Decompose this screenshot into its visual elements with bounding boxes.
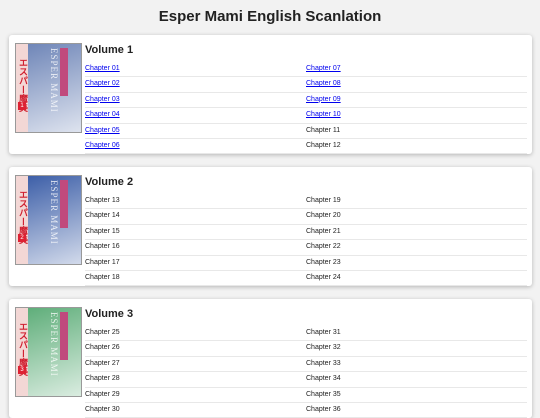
chapter-label: Chapter 14 xyxy=(85,212,120,220)
chapter-item[interactable]: Chapter 07 xyxy=(306,62,527,78)
chapter-item: Chapter 27 xyxy=(85,357,306,373)
chapter-item: Chapter 19 xyxy=(306,194,527,210)
chapter-item[interactable]: Chapter 06 xyxy=(85,139,306,155)
chapter-label: Chapter 13 xyxy=(85,197,120,204)
chapter-list: Chapter 01 Chapter 07 Chapter 02 Chapter 08… xyxy=(85,62,529,155)
chapter-item: Chapter 26 xyxy=(85,341,306,357)
page-title: Esper Mami English Scanlation xyxy=(158,8,382,25)
chapter-label: Chapter 35 xyxy=(306,390,341,398)
chapter-label: Chapter 12 xyxy=(306,141,341,149)
chapter-label: Chapter 17 xyxy=(85,258,120,266)
chapter-label: Chapter 32 xyxy=(306,344,341,352)
chapter-label: Chapter 31 xyxy=(306,329,341,336)
chapter-item[interactable]: Chapter 04 xyxy=(85,108,306,124)
chapter-item: Chapter 23 xyxy=(306,256,527,271)
chapter-label: Chapter 24 xyxy=(306,273,341,281)
chapter-label: Chapter 16 xyxy=(85,243,120,251)
chapter-link[interactable]: Chapter 01 xyxy=(85,65,120,72)
chapter-item[interactable]: Chapter 09 xyxy=(306,93,527,109)
chapter-label: Chapter 34 xyxy=(306,375,341,383)
chapter-item: Chapter 29 xyxy=(85,388,306,403)
chapter-item: Chapter 24 xyxy=(306,271,527,287)
chapter-link[interactable]: Chapter 06 xyxy=(85,142,120,149)
chapter-label: Chapter 33 xyxy=(306,359,341,367)
chapter-label: Chapter 15 xyxy=(85,227,120,235)
chapter-label: Chapter 25 xyxy=(85,329,120,336)
chapter-link[interactable]: Chapter 05 xyxy=(85,127,120,134)
chapter-list: Chapter 13 Chapter 19 Chapter 14 Chapter 20… xyxy=(85,194,529,287)
chapter-item[interactable]: Chapter 03 xyxy=(85,93,306,109)
chapter-link[interactable]: Chapter 02 xyxy=(85,80,120,87)
chapter-item: Chapter 16 xyxy=(85,240,306,256)
chapter-item: Chapter 34 xyxy=(306,372,527,388)
volume-title: Volume 3 xyxy=(85,308,134,320)
volume-cover-image: エスパー魔美 2 ESPER MAMI xyxy=(15,175,82,265)
chapter-item: Chapter 14 xyxy=(85,209,306,225)
volume-cover-image: エスパー魔美 3 ESPER MAMI xyxy=(15,307,82,397)
volume-cover-image: エスパー魔美 1 ESPER MAMI xyxy=(15,43,82,133)
chapter-item: Chapter 28 xyxy=(85,372,306,388)
chapter-label: Chapter 18 xyxy=(85,273,120,281)
chapter-item: Chapter 15 xyxy=(85,225,306,241)
chapter-item: Chapter 31 xyxy=(306,326,527,342)
chapter-link[interactable]: Chapter 08 xyxy=(306,80,341,87)
chapter-label: Chapter 21 xyxy=(306,227,341,235)
chapter-link[interactable]: Chapter 04 xyxy=(85,111,120,118)
chapter-item[interactable]: Chapter 01 xyxy=(85,62,306,78)
volume-list: エスパー魔美 1 ESPER MAMI Volume 1 Chapter 01 Chapt… xyxy=(0,35,540,418)
volume-card: エスパー魔美 1 ESPER MAMI Volume 1 Chapter 01 Chapt… xyxy=(9,35,532,155)
volume-card: エスパー魔美 2 ESPER MAMI Volume 2 Chapter 13 Chapt… xyxy=(9,167,532,287)
chapter-label: Chapter 19 xyxy=(306,197,341,204)
chapter-item: Chapter 35 xyxy=(306,388,527,403)
chapter-link[interactable]: Chapter 09 xyxy=(306,96,341,103)
chapter-label: Chapter 29 xyxy=(85,390,120,398)
chapter-item: Chapter 12 xyxy=(306,139,527,155)
chapter-item: Chapter 33 xyxy=(306,357,527,373)
chapter-label: Chapter 22 xyxy=(306,243,341,251)
chapter-item: Chapter 22 xyxy=(306,240,527,256)
chapter-label: Chapter 27 xyxy=(85,359,120,367)
volume-title: Volume 2 xyxy=(85,176,134,188)
chapter-item: Chapter 30 xyxy=(85,403,306,418)
chapter-item: Chapter 18 xyxy=(85,271,306,287)
chapter-item: Chapter 13 xyxy=(85,194,306,210)
chapter-label: Chapter 26 xyxy=(85,344,120,352)
volume-card: エスパー魔美 3 ESPER MAMI Volume 3 Chapter 25 Chapt… xyxy=(9,299,532,418)
chapter-link[interactable]: Chapter 10 xyxy=(306,111,341,118)
chapter-label: Chapter 28 xyxy=(85,375,120,383)
chapter-item: Chapter 25 xyxy=(85,326,306,342)
chapter-label: Chapter 30 xyxy=(85,405,120,413)
chapter-item: Chapter 20 xyxy=(306,209,527,225)
chapter-label: Chapter 11 xyxy=(306,126,341,134)
chapter-item[interactable]: Chapter 08 xyxy=(306,77,527,93)
chapter-link[interactable]: Chapter 07 xyxy=(306,65,341,72)
chapter-label: Chapter 36 xyxy=(306,405,341,413)
chapter-item[interactable]: Chapter 05 xyxy=(85,124,306,139)
chapter-label: Chapter 20 xyxy=(306,212,341,220)
chapter-item[interactable]: Chapter 10 xyxy=(306,108,527,124)
chapter-item: Chapter 36 xyxy=(306,403,527,418)
chapter-item: Chapter 21 xyxy=(306,225,527,241)
chapter-label: Chapter 23 xyxy=(306,258,341,266)
chapter-item: Chapter 32 xyxy=(306,341,527,357)
chapter-item: Chapter 17 xyxy=(85,256,306,271)
chapter-item[interactable]: Chapter 02 xyxy=(85,77,306,93)
chapter-link[interactable]: Chapter 03 xyxy=(85,96,120,103)
chapter-item: Chapter 11 xyxy=(306,124,527,139)
chapter-list: Chapter 25 Chapter 31 Chapter 26 Chapter 32… xyxy=(85,326,529,418)
volume-title: Volume 1 xyxy=(85,44,134,56)
